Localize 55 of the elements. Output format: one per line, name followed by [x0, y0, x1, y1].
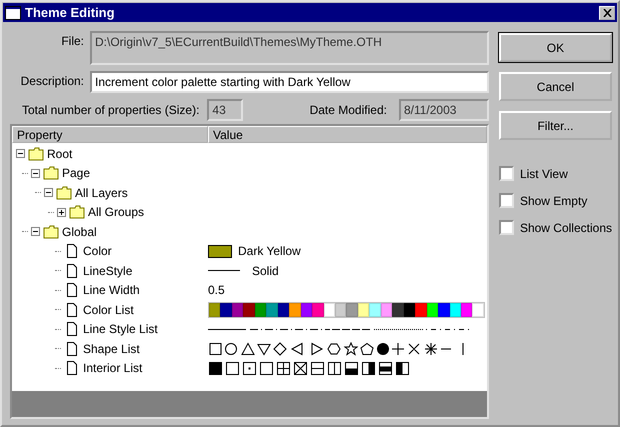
- document-icon: [64, 283, 80, 298]
- value-text: Solid: [252, 264, 279, 278]
- description-field[interactable]: Increment color palette starting with Dark Yellow: [90, 71, 489, 93]
- file-field: D:\Origin\v7_5\ECurrentBuild\Themes\MyTheme.OTH: [90, 31, 489, 65]
- expand-icon[interactable]: [57, 208, 66, 217]
- size-field: 43: [207, 99, 244, 121]
- checkbox[interactable]: List View: [498, 166, 612, 181]
- date-modified-field: 8/11/2003: [398, 99, 489, 121]
- dialog-button[interactable]: Filter...: [498, 111, 612, 140]
- column-header[interactable]: Value: [208, 126, 487, 143]
- document-icon: [64, 322, 80, 336]
- column-header[interactable]: Property: [12, 126, 208, 143]
- folder-icon: [43, 166, 59, 180]
- window-title: Theme Editing: [25, 5, 116, 20]
- checkbox-box[interactable]: [498, 220, 514, 235]
- tree-item[interactable]: All Layers: [75, 186, 128, 200]
- document-icon: [64, 302, 80, 317]
- folder-icon: [56, 186, 72, 200]
- document-icon: [64, 342, 80, 356]
- collapse-icon[interactable]: [16, 149, 25, 158]
- tree-item[interactable]: Shape List: [83, 342, 140, 356]
- date-modified-label: Date Modified:: [310, 103, 387, 117]
- checkbox-box[interactable]: [498, 166, 514, 181]
- tree-item[interactable]: Line Width: [83, 283, 140, 298]
- document-icon: [64, 244, 80, 258]
- dialog-button[interactable]: Cancel: [498, 72, 612, 101]
- tree-item[interactable]: Line Style List: [83, 322, 158, 336]
- value-text: Dark Yellow: [238, 244, 301, 258]
- document-icon: [64, 361, 80, 376]
- collapse-icon[interactable]: [31, 227, 40, 236]
- checkbox[interactable]: Show Empty: [498, 193, 612, 208]
- checkbox-box[interactable]: [498, 193, 514, 208]
- tree-item[interactable]: Color: [83, 244, 112, 258]
- tree-item[interactable]: Color List: [83, 302, 134, 317]
- document-icon: [64, 264, 80, 278]
- folder-icon: [43, 224, 59, 239]
- tree-item[interactable]: Page: [62, 166, 90, 180]
- collapse-icon[interactable]: [44, 188, 53, 198]
- file-label: File:: [60, 33, 84, 48]
- size-label: Total number of properties (Size):: [22, 103, 200, 117]
- description-label: Description:: [20, 73, 84, 88]
- close-button[interactable]: [599, 6, 615, 20]
- dialog-button[interactable]: OK: [498, 33, 612, 62]
- folder-icon: [69, 205, 85, 220]
- tree-item[interactable]: Root: [47, 146, 72, 161]
- tree-item[interactable]: All Groups: [88, 205, 144, 220]
- collapse-icon[interactable]: [31, 168, 40, 178]
- solid-line-sample: [208, 269, 240, 272]
- tree-item[interactable]: Interior List: [83, 361, 142, 376]
- tree-item[interactable]: Global: [62, 224, 97, 239]
- value-text: 0.5: [208, 283, 225, 298]
- tree-item[interactable]: LineStyle: [83, 264, 132, 278]
- checkbox[interactable]: Show Collections: [498, 220, 612, 235]
- folder-icon: [28, 146, 44, 161]
- close-icon: [602, 8, 612, 16]
